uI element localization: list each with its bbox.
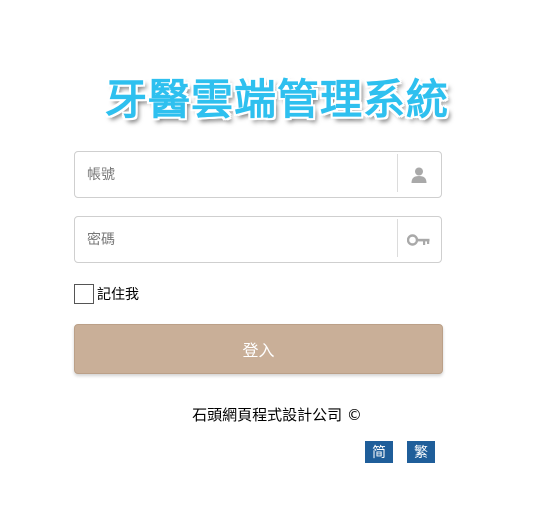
traditional-chinese-button[interactable]: 繁 [407, 441, 435, 463]
remember-me-label: 記住我 [97, 287, 139, 303]
password-addon [397, 217, 441, 262]
password-field-group [74, 216, 442, 263]
username-addon [397, 152, 441, 197]
login-page: 牙醫雲端管理系統 記住我 登入 石頭網頁程式設計公司 © 简 繁 [0, 0, 554, 507]
user-icon [411, 167, 427, 183]
password-input[interactable] [75, 217, 397, 262]
username-input[interactable] [75, 152, 397, 197]
simplified-chinese-button[interactable]: 简 [365, 441, 393, 463]
remember-me-row: 記住我 [74, 283, 139, 305]
key-icon [407, 233, 430, 246]
company-copyright: 石頭網頁程式設計公司 © [192, 406, 362, 424]
username-field-group [74, 151, 442, 198]
app-title: 牙醫雲端管理系統 [104, 75, 449, 124]
remember-me-checkbox[interactable] [74, 284, 94, 304]
login-button[interactable]: 登入 [74, 324, 443, 374]
